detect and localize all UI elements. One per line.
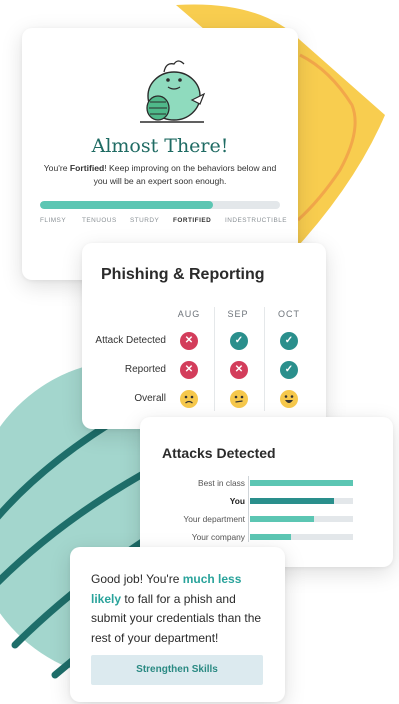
column-divider (264, 307, 265, 411)
month-header-oct: OCT (278, 309, 300, 319)
happy-face-icon (280, 390, 298, 408)
meh-face-icon (230, 390, 248, 408)
attacks-detected-card: Attacks Detected Best in class You Your … (140, 417, 393, 567)
bar-track (250, 534, 353, 540)
bar-label-you: You (229, 496, 245, 506)
check-icon: ✓ (230, 332, 248, 350)
level-label-indestructible: INDESTRUCTIBLE (225, 217, 288, 224)
current-level-text: Fortified (69, 163, 105, 173)
x-icon: ✕ (180, 332, 198, 350)
sad-face-icon (180, 390, 198, 408)
x-icon: ✕ (230, 361, 248, 379)
bar-best-in-class (250, 480, 353, 486)
row-label-reported: Reported (124, 364, 166, 375)
bar-your-company (250, 534, 292, 540)
attacks-card-title: Attacks Detected (162, 445, 276, 461)
progress-message: You're Fortified! Keep improving on the … (43, 163, 277, 186)
x-icon: ✕ (180, 361, 198, 379)
phishing-card-title: Phishing & Reporting (101, 266, 265, 283)
level-label-fortified: FORTIFIED (173, 217, 212, 224)
row-label-overall: Overall (134, 393, 166, 404)
month-header-sep: SEP (227, 309, 249, 319)
bar-label-best-in-class: Best in class (197, 478, 245, 488)
check-icon: ✓ (280, 332, 298, 350)
monster-illustration-icon (140, 60, 206, 123)
progress-title: Almost There! (91, 135, 229, 157)
bar-label-your-company: Your company (191, 532, 245, 542)
bar-your-department (250, 516, 314, 522)
phishing-reporting-card: Phishing & Reporting AUG SEP OCT Attack … (82, 243, 326, 429)
check-icon: ✓ (280, 361, 298, 379)
level-label-flimsy: FLIMSY (40, 217, 67, 224)
row-label-attack-detected: Attack Detected (95, 335, 166, 346)
level-label-tenuous: TENUOUS (82, 217, 117, 224)
level-progress-fill (40, 201, 213, 209)
level-label-sturdy: STURDY (130, 217, 160, 224)
month-header-aug: AUG (177, 309, 201, 319)
bar-track (250, 480, 353, 486)
bar-axis (248, 476, 249, 542)
bar-label-your-department: Your department (183, 514, 245, 524)
column-divider (214, 307, 215, 411)
strengthen-skills-button[interactable]: Strengthen Skills (91, 655, 263, 685)
good-job-message: Good job! You're much less likely to fal… (91, 572, 262, 645)
bar-you (250, 498, 335, 504)
good-job-card: Good job! You're much less likely to fal… (70, 547, 285, 702)
level-progress-bar (40, 201, 280, 209)
bar-track (250, 498, 353, 504)
bar-track (250, 516, 353, 522)
